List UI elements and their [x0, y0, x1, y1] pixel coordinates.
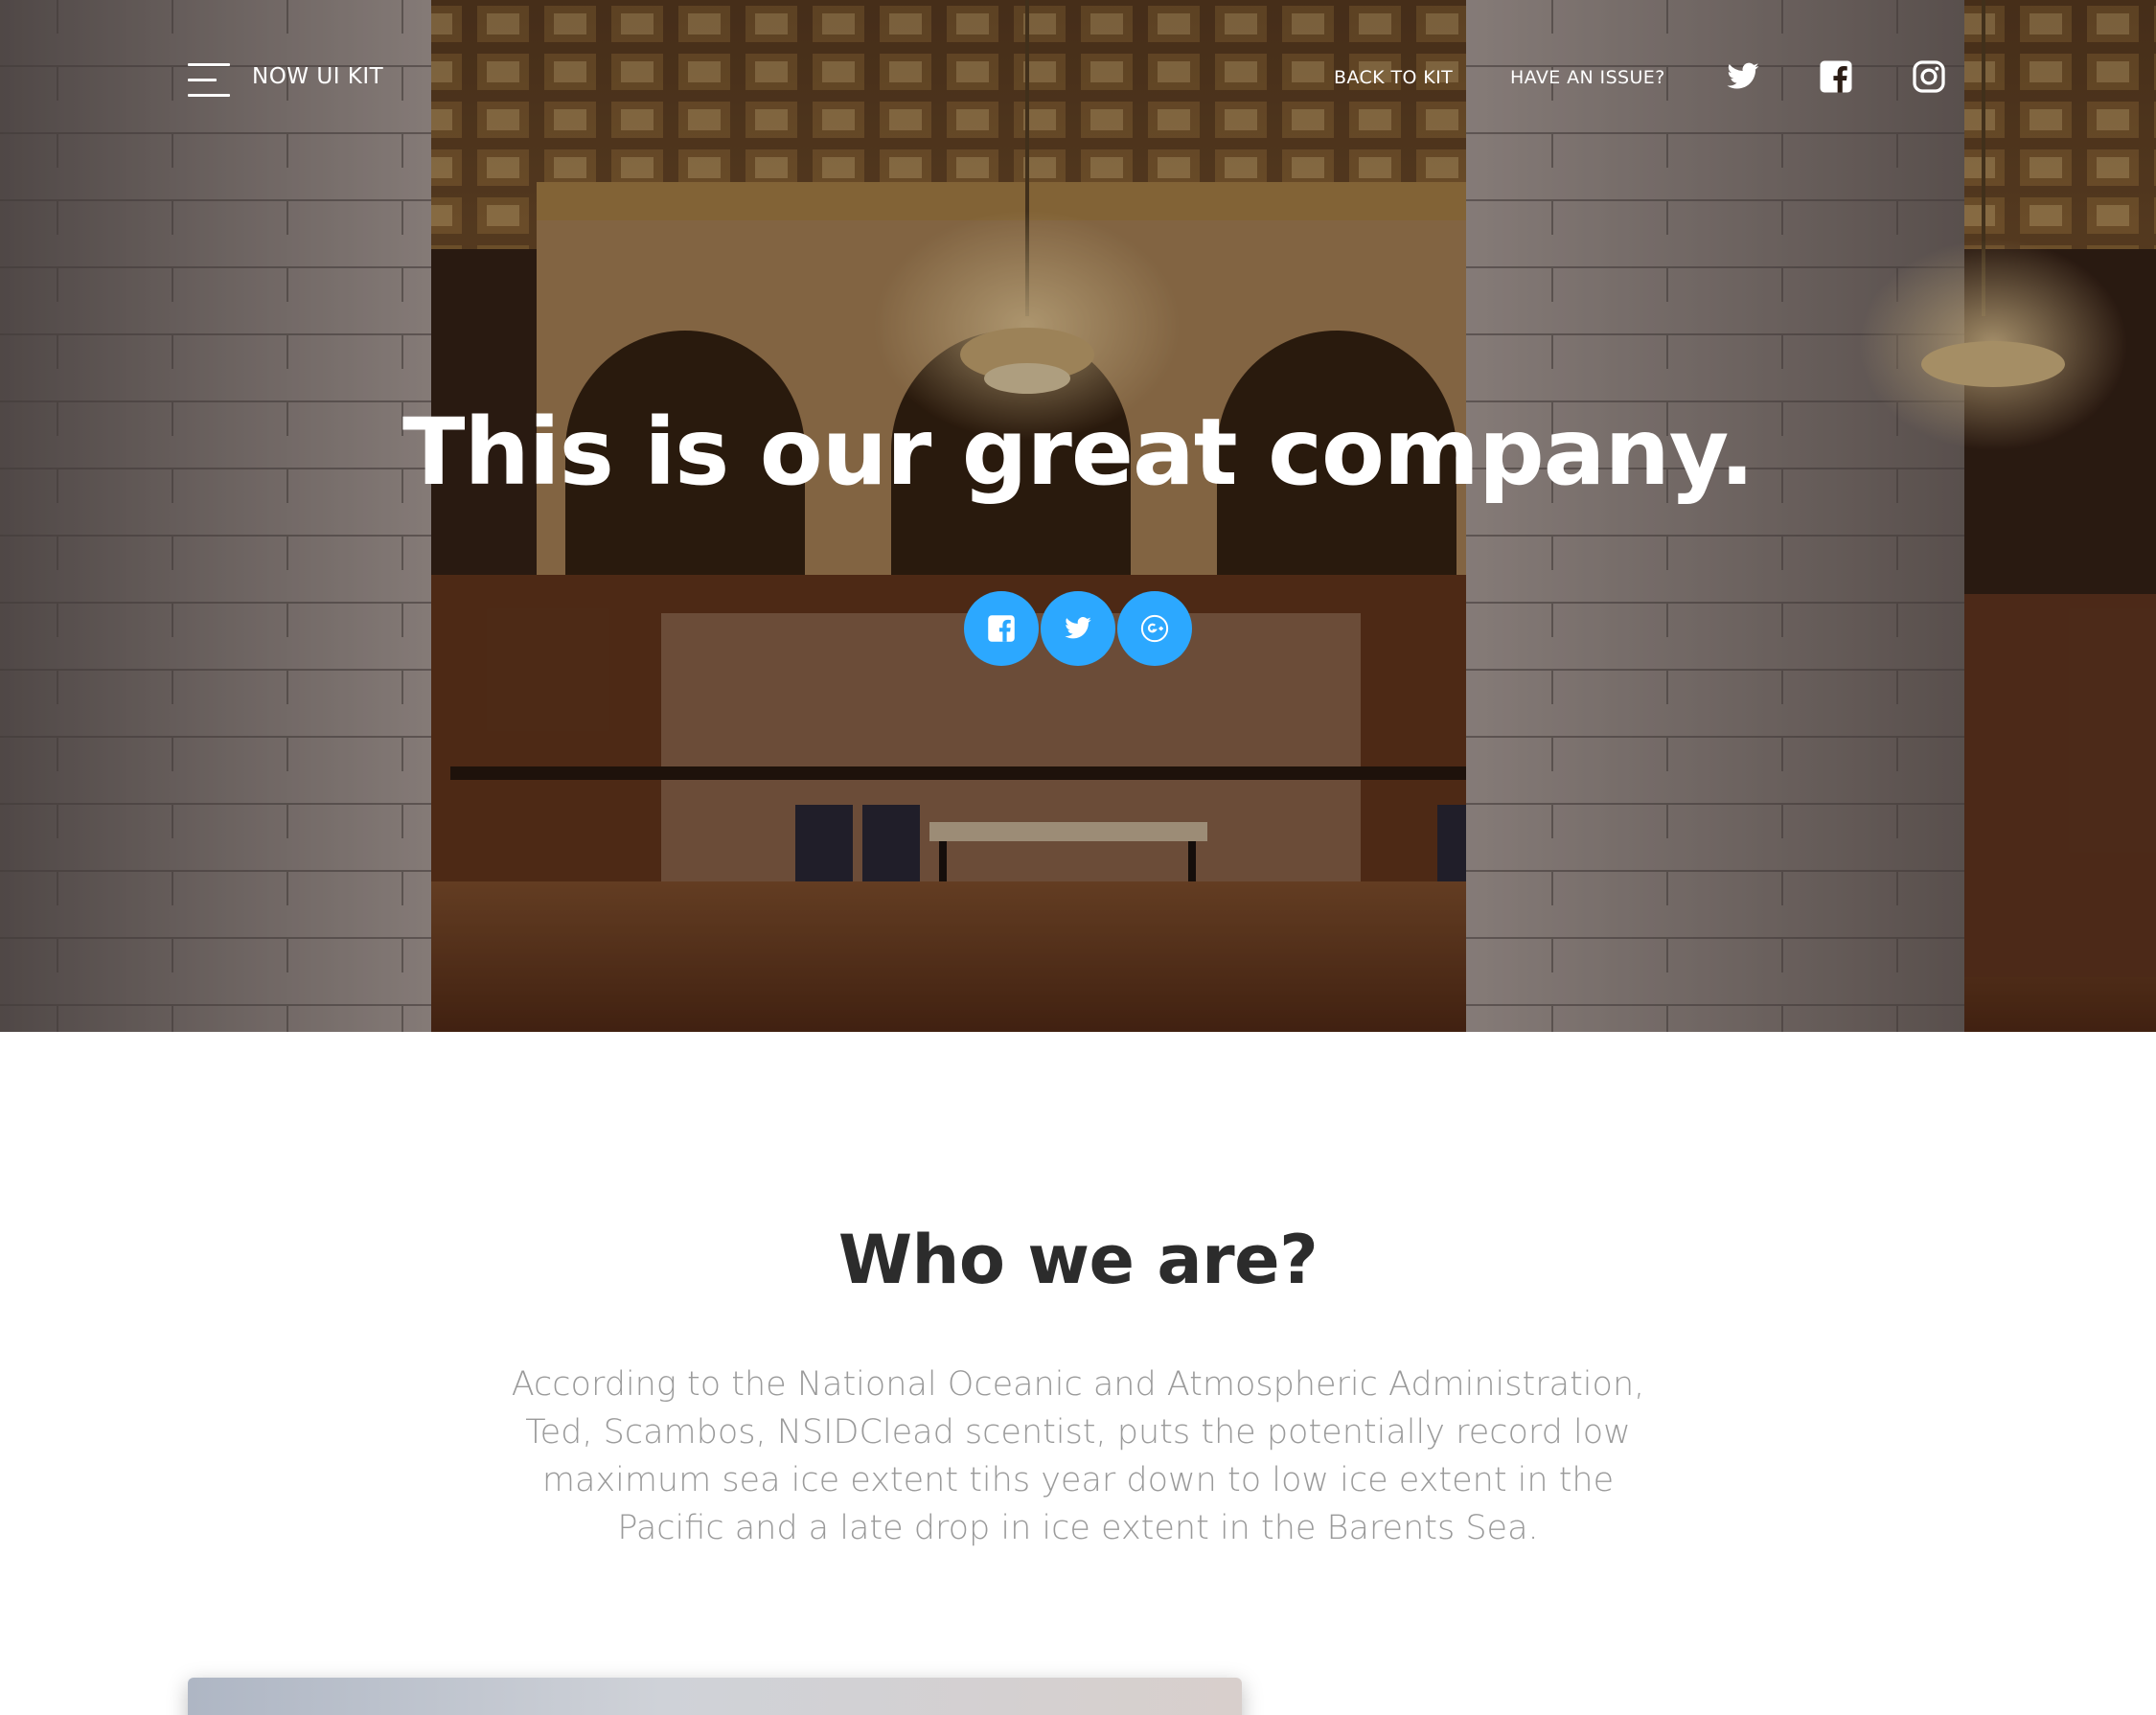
navbar: NOW UI KIT BACK TO KIT HAVE AN ISSUE?: [0, 0, 2156, 159]
nav-link-back-to-kit[interactable]: BACK TO KIT: [1334, 67, 1453, 88]
share-google-plus-button[interactable]: [1117, 591, 1192, 666]
card-image: [188, 1678, 1242, 1715]
section-title: Who we are?: [837, 1221, 1319, 1299]
section-description: According to the National Oceanic and At…: [511, 1365, 1645, 1547]
nav-link-have-an-issue[interactable]: HAVE AN ISSUE?: [1510, 67, 1665, 88]
twitter-icon[interactable]: [1726, 59, 1760, 94]
facebook-icon: [988, 615, 1015, 642]
menu-toggle-icon[interactable]: [188, 63, 230, 98]
google-plus-icon: [1140, 614, 1169, 643]
hero-section: NOW UI KIT BACK TO KIT HAVE AN ISSUE? Th…: [0, 0, 2156, 1032]
share-twitter-button[interactable]: [1041, 591, 1115, 666]
instagram-icon[interactable]: [1912, 59, 1946, 94]
share-facebook-button[interactable]: [964, 591, 1039, 666]
facebook-icon[interactable]: [1819, 59, 1853, 94]
hero-title: This is our great company.: [401, 399, 1755, 506]
brand-logo-text[interactable]: NOW UI KIT: [252, 64, 383, 89]
share-buttons: [964, 591, 1194, 666]
twitter-icon: [1065, 617, 1091, 639]
